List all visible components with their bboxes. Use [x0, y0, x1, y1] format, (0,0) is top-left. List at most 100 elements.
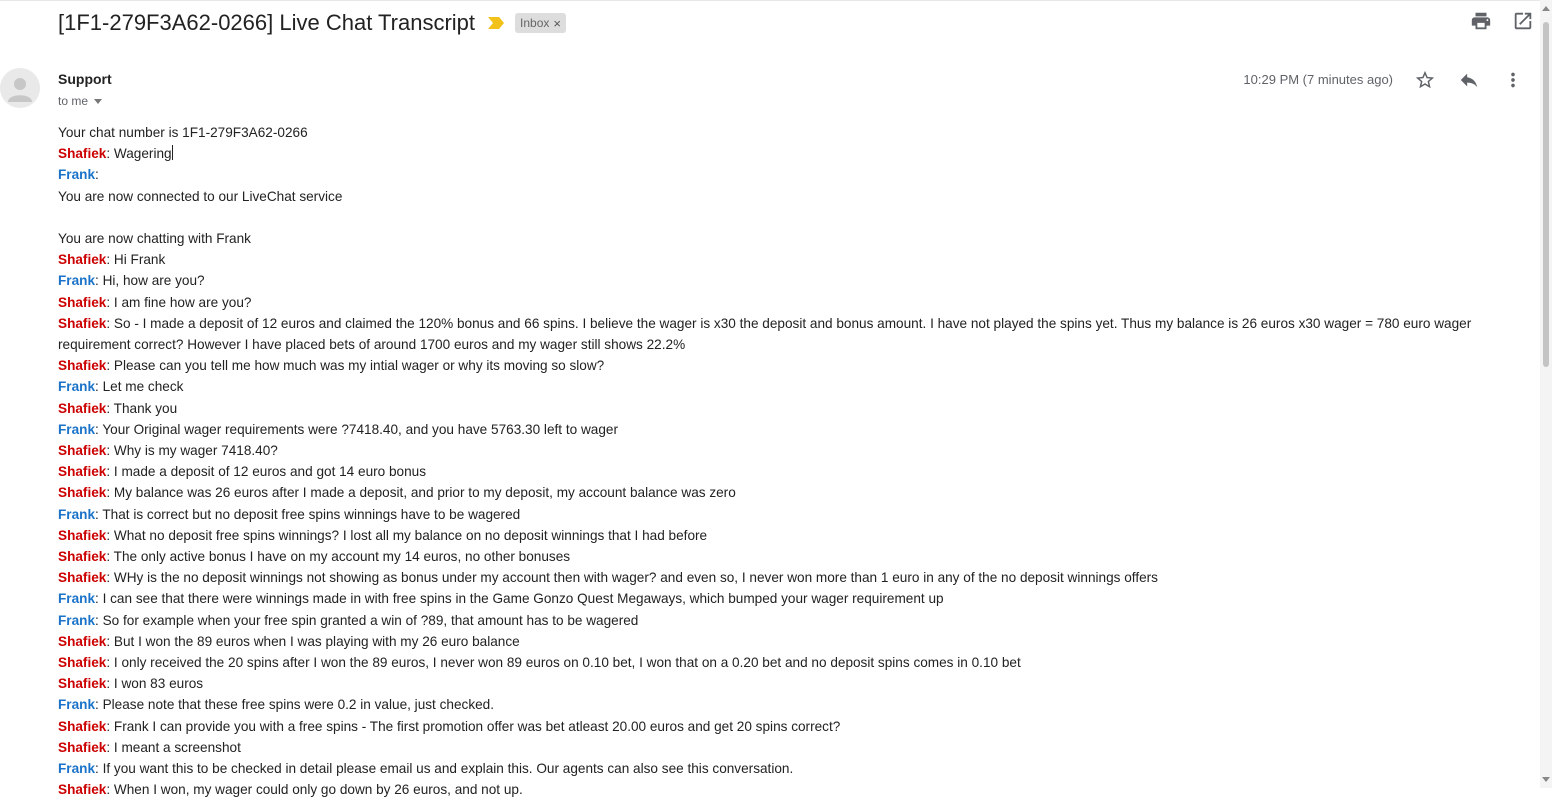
- transcript-line: [58, 207, 1518, 228]
- message-text: : So - I made a deposit of 12 euros and …: [58, 315, 1472, 353]
- transcript-line: Frank:: [58, 164, 1518, 185]
- message-text: : I meant a screenshot: [106, 739, 241, 755]
- transcript-line: Shafiek: The only active bonus I have on…: [58, 546, 1518, 567]
- message-text: : The only active bonus I have on my acc…: [106, 549, 571, 565]
- importance-marker-icon[interactable]: [487, 16, 505, 30]
- speaker-name: Shafiek: [58, 782, 107, 798]
- speaker-name: Shafiek: [58, 464, 107, 480]
- speaker-name: Shafiek: [58, 358, 107, 374]
- speaker-name: Frank: [58, 697, 96, 713]
- transcript-line: Shafiek: I am fine how are you?: [58, 292, 1518, 313]
- scroll-up-icon[interactable]: [1542, 6, 1550, 11]
- scrollbar[interactable]: [1540, 0, 1552, 788]
- transcript-line: Frank: Hi, how are you?: [58, 270, 1518, 291]
- message-text: : Why is my wager 7418.40?: [106, 443, 278, 459]
- transcript-line: Shafiek: Why is my wager 7418.40?: [58, 440, 1518, 461]
- message-text: : I can see that there were winnings mad…: [95, 591, 944, 607]
- message-text: : If you want this to be checked in deta…: [95, 761, 794, 777]
- transcript-line: Frank: Let me check: [58, 376, 1518, 397]
- recipient-text: to me: [58, 94, 89, 108]
- speaker-name: Shafiek: [58, 676, 107, 692]
- email-timestamp: 10:29 PM (7 minutes ago): [1243, 72, 1393, 87]
- transcript-line: Shafiek: Thank you: [58, 398, 1518, 419]
- transcript-line: Shafiek: WHy is the no deposit winnings …: [58, 567, 1518, 588]
- show-details-chevron-down-icon[interactable]: [94, 98, 103, 104]
- message-text: : That is correct but no deposit free sp…: [95, 506, 521, 522]
- star-icon[interactable]: [1414, 69, 1436, 91]
- message-text: : Please note that these free spins were…: [95, 697, 495, 713]
- inbox-label-text: Inbox: [520, 16, 550, 30]
- transcript-line: Shafiek: So - I made a deposit of 12 eur…: [58, 313, 1518, 355]
- transcript-line: Frank: So for example when your free spi…: [58, 610, 1518, 631]
- speaker-name: Shafiek: [58, 294, 107, 310]
- transcript-line: Frank: If you want this to be checked in…: [58, 758, 1518, 779]
- open-new-window-icon[interactable]: [1512, 10, 1534, 32]
- speaker-name: Frank: [58, 421, 96, 437]
- message-text: : Your Original wager requirements were …: [95, 421, 618, 437]
- scroll-down-icon[interactable]: [1542, 777, 1550, 782]
- subject-row: [1F1-279F3A62-0266] Live Chat Transcript…: [58, 8, 566, 38]
- speaker-name: Shafiek: [58, 485, 107, 501]
- message-text: : I am fine how are you?: [106, 294, 252, 310]
- transcript-line: Shafiek: But I won the 89 euros when I w…: [58, 631, 1518, 652]
- email-subject: [1F1-279F3A62-0266] Live Chat Transcript: [58, 10, 476, 35]
- transcript-line: Shafiek: I won 83 euros: [58, 673, 1518, 694]
- speaker-name: Shafiek: [58, 443, 107, 459]
- top-divider: [0, 0, 1552, 1]
- transcript-line: You are now connected to our LiveChat se…: [58, 186, 1518, 207]
- speaker-name: Shafiek: [58, 549, 107, 565]
- email-body: Your chat number is 1F1-279F3A62-0266 Sha…: [58, 122, 1518, 800]
- transcript-line: Your chat number is 1F1-279F3A62-0266: [58, 122, 1518, 143]
- speaker-name: Shafiek: [58, 527, 107, 543]
- sender-name[interactable]: Support: [58, 71, 112, 87]
- speaker-name: Shafiek: [58, 570, 107, 586]
- speaker-name: Shafiek: [58, 718, 107, 734]
- transcript-line: Frank: I can see that there were winning…: [58, 588, 1518, 609]
- message-text: : My balance was 26 euros after I made a…: [106, 485, 736, 501]
- message-text: : Thank you: [106, 400, 178, 416]
- message-text: : WHy is the no deposit winnings not sho…: [106, 570, 1158, 586]
- message-text: : But I won the 89 euros when I was play…: [106, 633, 520, 649]
- remove-label-icon[interactable]: ×: [553, 16, 561, 31]
- person-avatar-icon: [8, 78, 32, 102]
- speaker-name: Frank: [58, 612, 96, 628]
- more-vert-icon[interactable]: [1502, 69, 1524, 91]
- print-icon[interactable]: [1470, 10, 1492, 32]
- transcript-line: Shafiek: Please can you tell me how much…: [58, 355, 1518, 376]
- scroll-thumb[interactable]: [1543, 22, 1549, 367]
- transcript-line: You are now chatting with Frank: [58, 228, 1518, 249]
- speaker-name: Frank: [58, 167, 96, 183]
- avatar: [0, 68, 40, 108]
- message-text: You are now connected to our LiveChat se…: [58, 188, 343, 204]
- inbox-label-chip: Inbox ×: [515, 13, 566, 33]
- speaker-name: Frank: [58, 761, 96, 777]
- message-text: : What no deposit free spins winnings? I…: [106, 527, 708, 543]
- reply-icon[interactable]: [1458, 69, 1480, 91]
- speaker-name: Shafiek: [58, 633, 107, 649]
- message-text: : Wagering: [106, 146, 172, 162]
- transcript-line: Shafiek: When I won, my wager could only…: [58, 779, 1518, 800]
- transcript-line: Shafiek: I only received the 20 spins af…: [58, 652, 1518, 673]
- speaker-name: Frank: [58, 379, 96, 395]
- message-text: You are now chatting with Frank: [58, 231, 251, 246]
- message-actions: [1414, 69, 1524, 91]
- message-text: Your chat number is 1F1-279F3A62-0266: [58, 125, 308, 140]
- transcript-line: Frank: That is correct but no deposit fr…: [58, 504, 1518, 525]
- message-text: : I won 83 euros: [106, 676, 204, 692]
- transcript-line: Shafiek: What no deposit free spins winn…: [58, 525, 1518, 546]
- speaker-name: Frank: [58, 591, 96, 607]
- speaker-name: Shafiek: [58, 252, 107, 268]
- speaker-name: Shafiek: [58, 315, 107, 331]
- speaker-name: Shafiek: [58, 400, 107, 416]
- transcript-line: Frank: Please note that these free spins…: [58, 694, 1518, 715]
- message-text: : So for example when your free spin gra…: [95, 612, 639, 628]
- transcript-line: Shafiek: I meant a screenshot: [58, 737, 1518, 758]
- text-cursor: [171, 145, 173, 161]
- transcript-line: Shafiek: Frank I can provide you with a …: [58, 716, 1518, 737]
- message-text: :: [95, 167, 99, 183]
- transcript-line: Shafiek: Wagering: [58, 143, 1518, 164]
- message-text: : Hi, how are you?: [95, 273, 205, 289]
- transcript-line: Shafiek: I made a deposit of 12 euros an…: [58, 461, 1518, 482]
- message-text: : I only received the 20 spins after I w…: [106, 655, 1021, 671]
- message-text: : Frank I can provide you with a free sp…: [106, 718, 841, 734]
